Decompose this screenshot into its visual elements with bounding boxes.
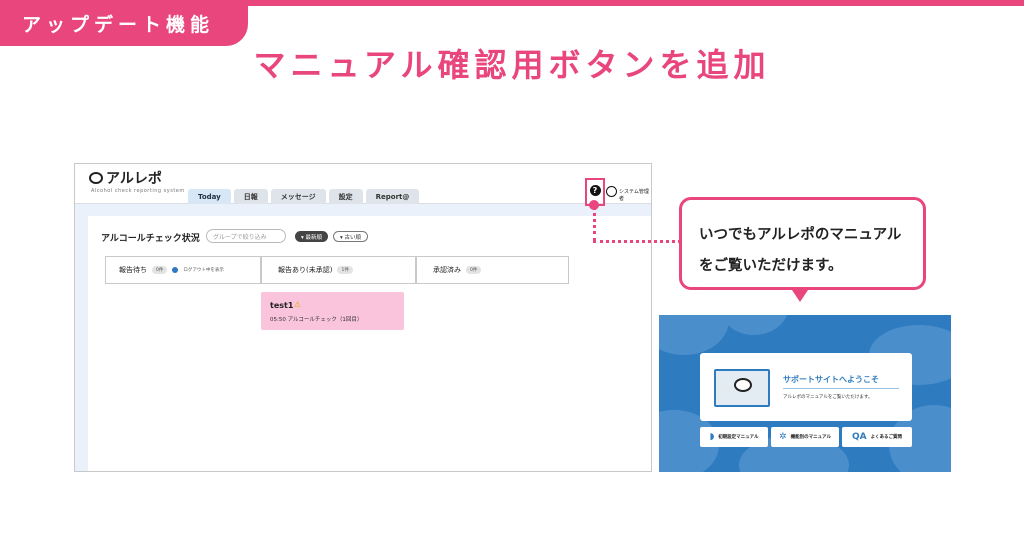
- card-detail: 05:50 アルコールチェック（1回目）: [270, 317, 363, 323]
- tab-today[interactable]: Today: [188, 189, 231, 204]
- beginner-leaf-icon: ◗: [709, 432, 715, 442]
- callout-pointer-icon: [792, 290, 808, 302]
- cloud-decoration: [659, 315, 729, 355]
- user-avatar-icon[interactable]: [606, 186, 617, 197]
- step-awaiting-report[interactable]: 報告待ち 0件 ログアウト中を表示: [105, 256, 261, 284]
- connector-line-vertical: [593, 206, 596, 242]
- sort-oldest-button[interactable]: ▾ 古い順: [333, 231, 369, 242]
- app-screenshot: アルレポ Alcohol check reporting system Toda…: [74, 163, 652, 472]
- step-label: 承認済み: [433, 266, 461, 274]
- group-filter-select[interactable]: グループで絞り込み: [206, 229, 286, 243]
- tab-report-at[interactable]: Report@: [365, 189, 420, 204]
- support-welcome-card: サポートサイトへようこそ アルレポのマニュアルをご覧いただけます。: [700, 353, 912, 421]
- step-count-badge: 0件: [466, 266, 482, 274]
- user-label[interactable]: システム管理者: [619, 188, 651, 202]
- tab-daily-report[interactable]: 日報: [233, 189, 268, 204]
- speech-bubble-logo-icon: [734, 378, 752, 392]
- support-title: サポートサイトへようこそ: [783, 375, 879, 384]
- panel-title: アルコールチェック状況: [101, 234, 200, 244]
- app-header: アルレポ Alcohol check reporting system Toda…: [75, 164, 651, 206]
- button-label: 機能別のマニュアル: [790, 435, 831, 440]
- status-panel: アルコールチェック状況 グループで絞り込み ▾ 最新順 ▾ 古い順 報告待ち 0…: [88, 216, 651, 471]
- title-divider: [783, 388, 899, 389]
- cloud-decoration: [719, 315, 789, 335]
- speech-bubble-logo-icon: [89, 172, 103, 184]
- support-site-screenshot: サポートサイトへようこそ アルレポのマニュアルをご覧いただけます。 ◗ 初期設定…: [659, 315, 951, 472]
- warning-icon: ⚠: [294, 300, 302, 309]
- toggle-dot-icon[interactable]: [172, 267, 179, 273]
- explanation-callout: いつでもアルレポのマニュアル をご覧いただけます。: [679, 197, 926, 290]
- main-tabs: Today 日報 メッセージ 設定 Report@: [188, 189, 420, 204]
- step-count-badge: 1件: [337, 266, 353, 274]
- button-label: 初期設定マニュアル: [718, 435, 759, 440]
- logo-subtitle: Alcohol check reporting system: [91, 188, 185, 194]
- step-label: 報告あり(未承認): [278, 266, 333, 274]
- tab-settings[interactable]: 設定: [328, 189, 363, 204]
- card-title: test1: [270, 301, 294, 310]
- sort-newest-button[interactable]: ▾ 最新順: [295, 231, 329, 242]
- headline: マニュアル確認用ボタンを追加: [253, 46, 771, 84]
- support-description: アルレポのマニュアルをご覧いただけます。: [783, 395, 873, 400]
- report-card[interactable]: test1 ⚠ 05:50 アルコールチェック（1回目）: [261, 292, 404, 330]
- update-announcement: アップデート機能 マニュアル確認用ボタンを追加 アルレポ Alcohol che…: [0, 0, 1024, 552]
- step-label: 報告待ち: [119, 266, 147, 274]
- faq-button[interactable]: QA よくあるご質問: [842, 427, 912, 447]
- step-reported-unapproved[interactable]: 報告あり(未承認) 1件: [261, 256, 416, 284]
- feature-manual-button[interactable]: ✲ 機能別のマニュアル: [771, 427, 839, 447]
- connector-line-horizontal: [593, 240, 681, 243]
- open-book-icon: [714, 369, 770, 407]
- gear-icon: ✲: [779, 432, 787, 442]
- ribbon-label: アップデート機能: [22, 13, 215, 36]
- app-logo[interactable]: アルレポ: [89, 168, 162, 188]
- step-approved[interactable]: 承認済み 0件: [416, 256, 569, 284]
- callout-line-1: いつでもアルレポのマニュアル: [699, 227, 902, 243]
- qa-icon: QA: [851, 432, 867, 442]
- initial-setup-manual-button[interactable]: ◗ 初期設定マニュアル: [700, 427, 768, 447]
- step-count-badge: 0件: [152, 266, 168, 274]
- show-logged-out-label[interactable]: ログアウト中を表示: [183, 267, 224, 273]
- button-label: よくあるご質問: [870, 435, 903, 440]
- logo-text: アルレポ: [106, 171, 162, 187]
- callout-line-2: をご覧いただけます。: [699, 258, 843, 274]
- connector-anchor-dot: [589, 200, 599, 210]
- question-mark-icon: ?: [589, 185, 601, 196]
- tab-messages[interactable]: メッセージ: [270, 189, 326, 204]
